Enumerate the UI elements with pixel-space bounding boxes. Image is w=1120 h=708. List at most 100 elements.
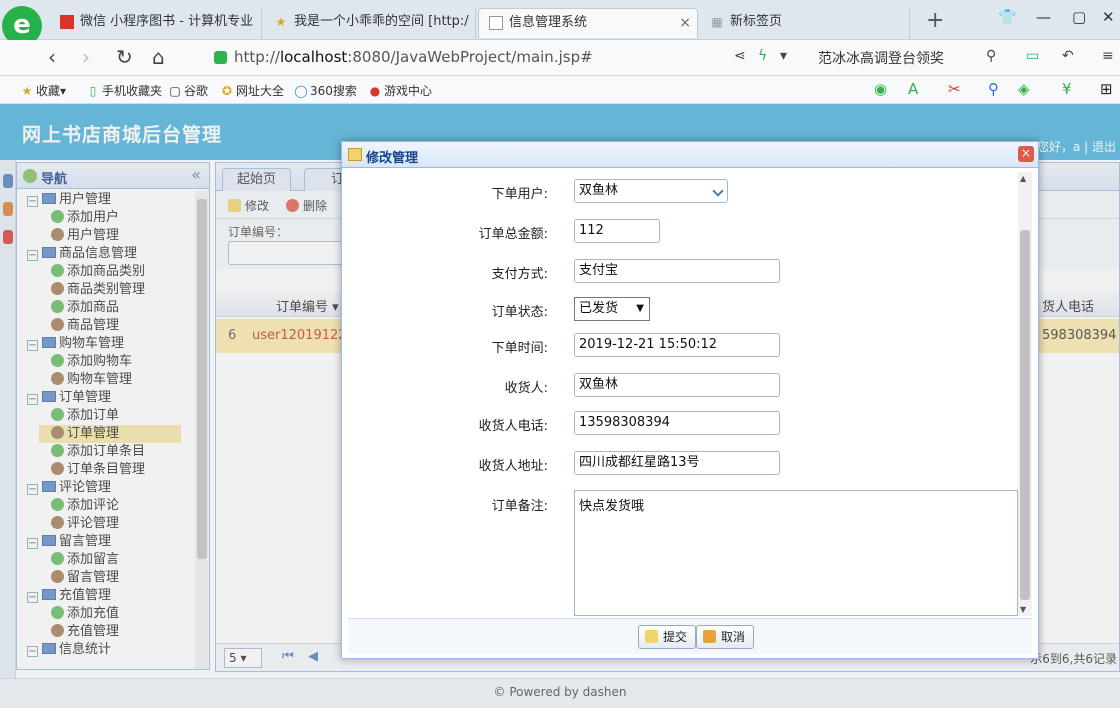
form-row: 下单用户: 双鱼林	[348, 178, 1018, 204]
star-icon: ★	[21, 84, 33, 98]
dropdown-icon[interactable]: ▾	[780, 48, 787, 64]
fav-label: 手机收藏夹	[102, 84, 163, 98]
submit-button[interactable]: 提交	[638, 625, 697, 649]
battery-icon[interactable]: ▭	[1026, 48, 1039, 64]
fav-games[interactable]: ● 游戏中心	[368, 82, 432, 99]
forward-icon[interactable]: ›	[82, 46, 90, 68]
url-host: localhost	[279, 48, 348, 66]
form-label: 订单备注:	[491, 499, 548, 514]
gamepad-icon[interactable]: ◈	[1018, 80, 1030, 98]
back-icon[interactable]: ‹	[48, 46, 56, 68]
scroll-up-icon[interactable]: ▲	[1020, 174, 1026, 183]
remark-textarea[interactable]: 快点发货哦	[574, 490, 1018, 616]
favorites-bar: ★ 收藏▾ ▯ 手机收藏夹 ▢ 谷歌 ✪ 网址大全 ◯ 360搜索 ● 游戏中心 ◉ A ✂…	[0, 76, 1120, 104]
cancel-label: 取消	[721, 630, 746, 644]
fav-sites[interactable]: ✪ 网址大全	[220, 82, 284, 99]
form-input[interactable]: 2019-12-21 15:50:12	[574, 333, 780, 357]
dialog-title: 修改管理	[366, 151, 419, 166]
fav-360search[interactable]: ◯ 360搜索	[294, 82, 357, 99]
url-path: :8080/JavaWebProject/main.jsp#	[347, 48, 593, 66]
red-square-icon	[60, 15, 74, 29]
360-icon: ◯	[294, 84, 308, 98]
form-input[interactable]: 112	[574, 219, 660, 243]
browser-tab-4[interactable]: ▦ 新标签页	[700, 8, 910, 38]
new-tab-plus-icon[interactable]: +	[926, 10, 944, 32]
share-icon[interactable]: ⋖	[734, 48, 746, 64]
undo-icon[interactable]: ↶	[1062, 48, 1074, 64]
form-label: 订单总金额:	[478, 227, 548, 242]
home-icon[interactable]: ⌂	[152, 46, 165, 68]
close-icon[interactable]: ×	[1018, 146, 1034, 162]
browser-tab-label: 信息管理系统	[509, 15, 588, 30]
fav-label: 网址大全	[236, 84, 285, 98]
maximize-icon[interactable]: ▢	[1072, 8, 1086, 26]
form-value: 双鱼林	[579, 183, 619, 198]
form-value: 2019-12-21 15:50:12	[579, 337, 718, 352]
dialog-scrollbar[interactable]: ▲ ▼	[1018, 172, 1032, 616]
close-tab-icon[interactable]: ×	[679, 9, 691, 37]
form-row: 收货人电话: 13598308394	[348, 410, 1018, 436]
form-select[interactable]: 双鱼林	[574, 179, 728, 203]
form-row: 收货人: 双鱼林	[348, 372, 1018, 398]
browser-tab-label: 微信 小程序图书 - 计算机专业	[80, 14, 254, 29]
form-value: 支付宝	[579, 263, 619, 278]
edit-order-dialog: 修改管理 × 下单用户: 双鱼林 订单总金额: 112 支付方式: 支付宝 订单状态: 已发货…	[341, 141, 1039, 659]
form-label: 收货人:	[504, 381, 548, 396]
form-label: 下单用户:	[491, 187, 548, 202]
dialog-form: 下单用户:双鱼林订单总金额:112支付方式:支付宝订单状态:已发货下单时间:20…	[348, 172, 1032, 616]
form-value: 双鱼林	[579, 377, 619, 392]
browser-tab-label: 我是一个小乖乖的空间 [http:/	[294, 14, 469, 29]
form-input[interactable]: 双鱼林	[574, 373, 780, 397]
form-label: 下单时间:	[491, 341, 548, 356]
form-row: 订单备注: 快点发货哦	[348, 490, 1018, 616]
form-row: 订单总金额: 112	[348, 218, 1018, 244]
scissors-icon[interactable]: ✂	[948, 80, 961, 98]
cancel-button[interactable]: 取消	[696, 625, 755, 649]
form-label: 支付方式:	[491, 267, 548, 282]
dialog-footer: 提交 取消	[348, 618, 1032, 654]
magnifier-icon[interactable]: ⚲	[988, 80, 999, 98]
undo-icon	[703, 630, 716, 643]
yen-icon[interactable]: ¥	[1062, 80, 1072, 98]
fav-collect[interactable]: ★ 收藏▾	[20, 82, 66, 99]
extension-icon[interactable]: ◉	[874, 80, 887, 98]
lightning-icon[interactable]: ϟ	[758, 48, 767, 64]
url-field[interactable]: http://localhost:8080/JavaWebProject/mai…	[206, 45, 726, 70]
fav-google[interactable]: ▢ 谷歌	[168, 82, 208, 99]
form-input[interactable]: 支付宝	[574, 259, 780, 283]
chevron-down-icon: ▾	[60, 84, 67, 98]
form-input[interactable]: 13598308394	[574, 411, 780, 435]
apps-icon[interactable]: ⊞	[1100, 80, 1113, 98]
fav-label: 收藏	[36, 84, 61, 98]
browser-tab-3[interactable]: 信息管理系统 ×	[478, 8, 698, 38]
form-row: 下单时间: 2019-12-21 15:50:12	[348, 332, 1018, 358]
compass-icon: ✪	[221, 84, 233, 98]
form-value: 112	[579, 223, 604, 238]
address-bar: ‹ › ↻ ⌂ http://localhost:8080/JavaWebPro…	[0, 40, 1120, 76]
close-window-icon[interactable]: ✕	[1102, 8, 1115, 26]
scroll-down-icon[interactable]: ▼	[1020, 605, 1026, 614]
page-icon	[489, 16, 503, 30]
game-icon: ●	[369, 84, 381, 98]
reload-icon[interactable]: ↻	[116, 46, 133, 68]
browser-tab-2[interactable]: ★ 我是一个小乖乖的空间 [http:/	[264, 8, 476, 38]
form-select[interactable]: 已发货	[574, 297, 650, 321]
search-icon[interactable]: ⚲	[986, 48, 996, 64]
fav-mobile[interactable]: ▯ 手机收藏夹	[86, 82, 162, 99]
fav-label: 360搜索	[310, 84, 357, 98]
dialog-header: 修改管理 ×	[342, 142, 1038, 168]
search-suggestion[interactable]: 范冰冰高调登台领奖	[818, 48, 944, 68]
skin-icon[interactable]: 👕	[998, 8, 1017, 26]
scroll-thumb[interactable]	[1020, 230, 1030, 600]
translate-icon[interactable]: A	[908, 80, 918, 98]
browser-tab-label: 新标签页	[730, 14, 783, 29]
browser-tab-1[interactable]: 微信 小程序图书 - 计算机专业	[50, 8, 262, 38]
minimize-icon[interactable]: —	[1036, 8, 1051, 26]
form-input[interactable]: 四川成都红星路13号	[574, 451, 780, 475]
page-icon: ▢	[169, 84, 181, 98]
grid-icon: ▦	[711, 15, 723, 29]
edit-icon	[348, 148, 362, 161]
menu-icon[interactable]: ≡	[1102, 48, 1114, 64]
form-label: 收货人电话:	[478, 419, 548, 434]
form-value: 13598308394	[579, 415, 670, 430]
